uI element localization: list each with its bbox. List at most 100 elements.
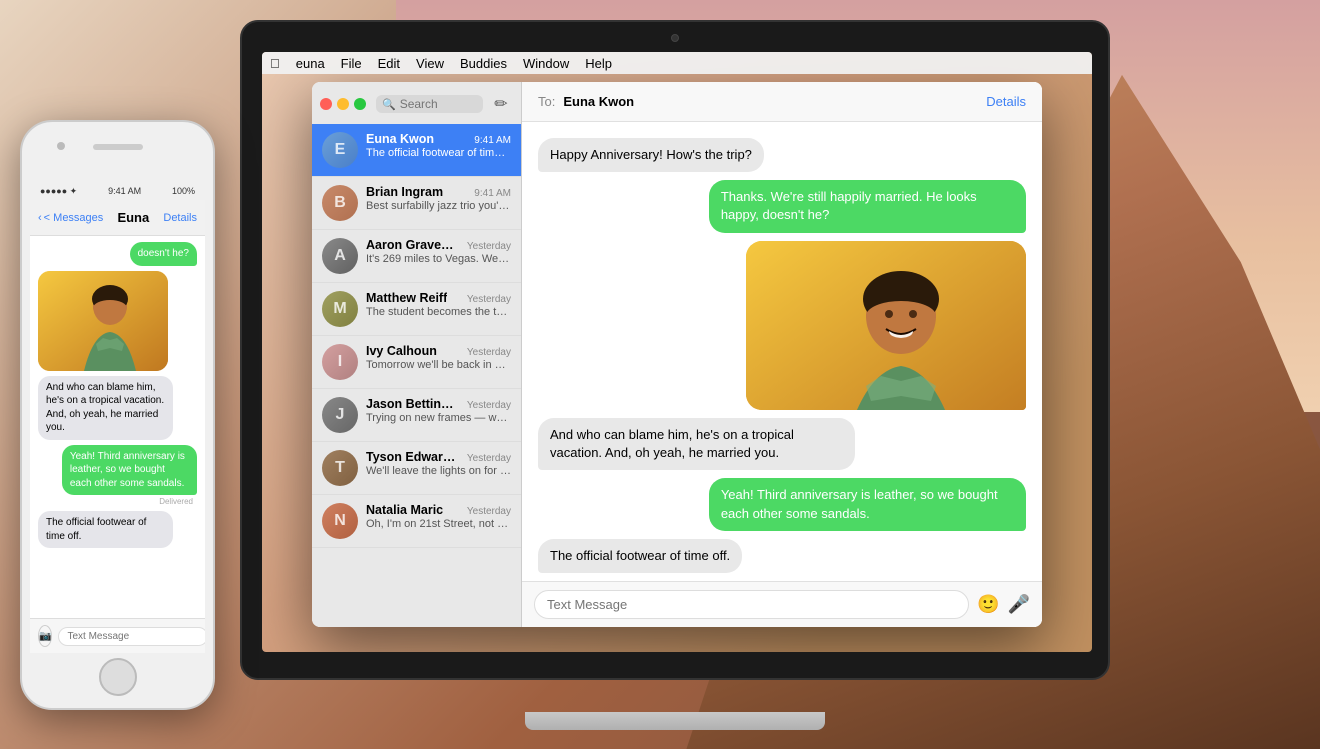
conv-info-matthew: Matthew Reiff Yesterday The student beco… [366, 291, 511, 318]
details-button[interactable]: Details [986, 94, 1026, 109]
maximize-button[interactable] [354, 98, 366, 110]
battery-status: 100% [172, 186, 195, 196]
menubar-help[interactable]: Help [585, 56, 612, 71]
apple-menu[interactable]:  [270, 56, 280, 71]
menubar-edit[interactable]: Edit [378, 56, 400, 71]
iphone-front-camera [57, 142, 65, 150]
macbook-frame:  euna File Edit View Buddies Window Hel… [240, 20, 1110, 730]
iphone-navbar: ‹ < Messages Euna Details [30, 200, 205, 236]
search-icon: 🔍 [382, 98, 396, 111]
msg-5: Yeah! Third anniversary is leather, so w… [709, 478, 1026, 530]
conv-info-ivy: Ivy Calhoun Yesterday Tomorrow we'll be … [366, 344, 511, 371]
conversation-item-euna[interactable]: E Euna Kwon 9:41 AM The official footwea… [312, 124, 521, 177]
conversation-item-ivy[interactable]: I Ivy Calhoun Yesterday Tomorrow we'll b… [312, 336, 521, 389]
menubar-window[interactable]: Window [523, 56, 569, 71]
conversation-item-brian[interactable]: B Brian Ingram 9:41 AM Best surfabilly j… [312, 177, 521, 230]
chat-area: To: Euna Kwon Details Happy Anniversary!… [522, 82, 1042, 627]
conv-time-natalia: Yesterday [467, 506, 511, 517]
msg-1: Happy Anniversary! How's the trip? [538, 138, 764, 172]
conv-preview-euna: The official footwear of time off. [366, 147, 511, 159]
iphone-details-button[interactable]: Details [163, 212, 197, 224]
iphone-home-button[interactable] [99, 658, 137, 696]
emoji-button[interactable]: 🙂 [977, 594, 999, 615]
conv-time-jason: Yesterday [467, 400, 511, 411]
photo-content [746, 241, 1026, 411]
conv-info-aaron: Aaron Grave… Yesterday It's 269 miles to… [366, 238, 511, 265]
msg-2: Thanks. We're still happily married. He … [709, 180, 1026, 232]
iphone-frame: ●●●●● ✦ 9:41 AM 100% ‹ < Messages Euna D… [20, 120, 215, 710]
avatar-brian: B [322, 185, 358, 221]
menubar-buddies[interactable]: Buddies [460, 56, 507, 71]
conv-name-tyson: Tyson Edwar… [366, 450, 455, 464]
conv-preview-jason: Trying on new frames — what do you think… [366, 412, 511, 424]
minimize-button[interactable] [337, 98, 349, 110]
conv-preview-aaron: It's 269 miles to Vegas. We've got a ful… [366, 253, 511, 265]
menubar-messages[interactable]: euna [296, 56, 325, 71]
delivered-status: Delivered [38, 497, 193, 506]
sidebar: 🔍 ✏ E Euna Kwon 9:41 AM The official [312, 82, 522, 627]
conv-preview-ivy: Tomorrow we'll be back in your neighborh… [366, 359, 511, 371]
message-input[interactable] [534, 590, 969, 619]
photo-bubble [746, 241, 1026, 411]
conv-name-jason: Jason Bettin… [366, 397, 454, 411]
conv-time-ivy: Yesterday [467, 347, 511, 358]
macbook-camera [671, 34, 679, 42]
conv-name-euna: Euna Kwon [366, 132, 434, 146]
conversation-item-jason[interactable]: J Jason Bettin… Yesterday Trying on new … [312, 389, 521, 442]
menubar-file[interactable]: File [341, 56, 362, 71]
conv-name-natalia: Natalia Maric [366, 503, 443, 517]
search-input[interactable] [400, 97, 477, 111]
signal-strength: ●●●●● ✦ [40, 186, 77, 197]
conv-preview-matthew: The student becomes the teacher. And vic… [366, 306, 511, 318]
conv-name-brian: Brian Ingram [366, 185, 443, 199]
iphone-chat-title: Euna [117, 210, 149, 225]
conv-info-euna: Euna Kwon 9:41 AM The official footwear … [366, 132, 511, 159]
avatar-natalia: N [322, 503, 358, 539]
conv-time-euna: 9:41 AM [474, 135, 511, 146]
avatar-ivy: I [322, 344, 358, 380]
iphone-screen: ●●●●● ✦ 9:41 AM 100% ‹ < Messages Euna D… [30, 182, 205, 653]
menubar-view[interactable]: View [416, 56, 444, 71]
avatar-aaron: A [322, 238, 358, 274]
macbook-bezel:  euna File Edit View Buddies Window Hel… [240, 20, 1110, 680]
iphone-msg-3: And who can blame him, he's on a tropica… [38, 376, 173, 440]
iphone-speaker [93, 144, 143, 150]
conv-time-tyson: Yesterday [467, 453, 511, 464]
back-button[interactable]: ‹ < Messages [38, 212, 103, 224]
traffic-lights [320, 98, 366, 110]
close-button[interactable] [320, 98, 332, 110]
iphone-msg-4: Yeah! Third anniversary is leather, so w… [62, 445, 197, 496]
msg-6: The official footwear of time off. [538, 539, 742, 573]
iphone-statusbar: ●●●●● ✦ 9:41 AM 100% [30, 182, 205, 200]
conv-name-ivy: Ivy Calhoun [366, 344, 437, 358]
iphone-messages: doesn't he? [30, 236, 205, 617]
msg-4: And who can blame him, he's on a tropica… [538, 418, 855, 470]
conversation-item-matthew[interactable]: M Matthew Reiff Yesterday The student be… [312, 283, 521, 336]
search-bar[interactable]: 🔍 [376, 95, 483, 113]
conv-name-aaron: Aaron Grave… [366, 238, 454, 252]
conversation-item-natalia[interactable]: N Natalia Maric Yesterday Oh, I'm on 21s… [312, 495, 521, 548]
conversation-item-tyson[interactable]: T Tyson Edwar… Yesterday We'll leave the… [312, 442, 521, 495]
messages-window: 🔍 ✏ E Euna Kwon 9:41 AM The official [312, 82, 1042, 627]
msg-3-image [746, 241, 1026, 411]
avatar-tyson: T [322, 450, 358, 486]
mac-menubar:  euna File Edit View Buddies Window Hel… [262, 52, 1092, 74]
to-label: To: [538, 94, 555, 109]
audio-button[interactable]: 🎤 [1008, 594, 1030, 615]
iphone-camera-button[interactable]: 📷 [38, 625, 52, 647]
conversation-item-aaron[interactable]: A Aaron Grave… Yesterday It's 269 miles … [312, 230, 521, 283]
conv-name-matthew: Matthew Reiff [366, 291, 447, 305]
conv-info-brian: Brian Ingram 9:41 AM Best surfabilly jaz… [366, 185, 511, 212]
avatar-matthew: M [322, 291, 358, 327]
conv-preview-natalia: Oh, I'm on 21st Street, not 21st Avenue. [366, 518, 511, 530]
conv-time-brian: 9:41 AM [474, 188, 511, 199]
conv-time-aaron: Yesterday [467, 241, 511, 252]
chat-input-area: 🙂 🎤 [522, 581, 1042, 627]
iphone-input-bar: 📷 Send [30, 618, 205, 653]
iphone-photo [38, 271, 168, 371]
avatar-jason: J [322, 397, 358, 433]
iphone-message-input[interactable] [58, 627, 205, 646]
conversation-list: E Euna Kwon 9:41 AM The official footwea… [312, 124, 521, 627]
compose-button[interactable]: ✏ [489, 92, 513, 116]
macbook-base [525, 712, 825, 730]
